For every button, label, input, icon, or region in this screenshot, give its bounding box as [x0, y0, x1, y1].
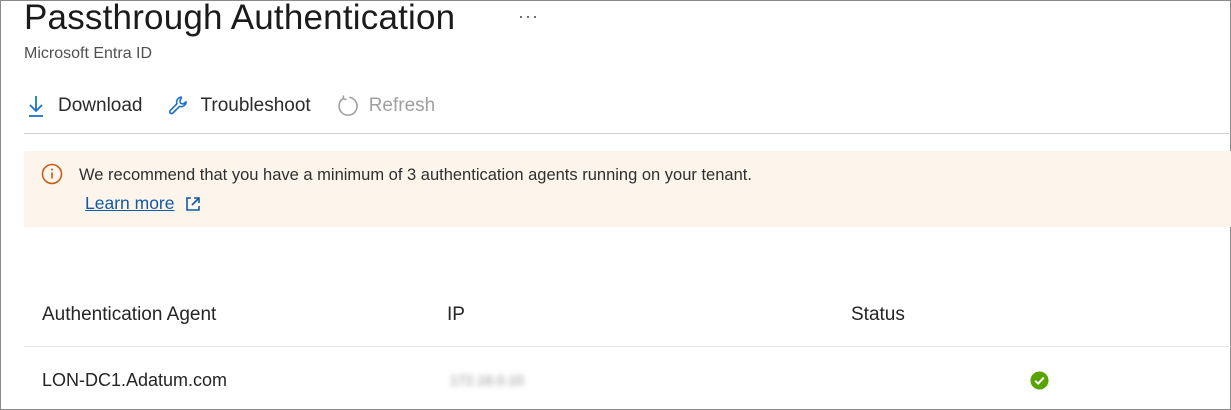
troubleshoot-label: Troubleshoot — [200, 95, 311, 116]
more-options-button[interactable]: ··· — [518, 6, 539, 27]
refresh-icon — [335, 94, 359, 118]
column-header-agent[interactable]: Authentication Agent — [42, 304, 216, 326]
recommendation-banner: We recommend that you have a minimum of … — [24, 151, 1231, 227]
wrench-icon — [167, 94, 191, 118]
learn-more-link[interactable]: Learn more — [85, 193, 202, 214]
banner-message: We recommend that you have a minimum of … — [79, 166, 752, 184]
learn-more-label: Learn more — [85, 193, 175, 213]
healthy-check-icon — [1030, 371, 1049, 390]
info-icon — [41, 163, 63, 185]
ip-address-cell: 172.16.0.10 — [450, 372, 524, 388]
column-header-status[interactable]: Status — [851, 304, 905, 326]
download-icon — [24, 94, 48, 118]
page-title: Passthrough Authentication — [24, 0, 456, 37]
column-header-ip[interactable]: IP — [447, 304, 465, 326]
refresh-button[interactable]: Refresh — [335, 94, 436, 118]
refresh-label: Refresh — [368, 95, 436, 116]
external-link-icon — [184, 195, 202, 213]
table-header: Authentication Agent IP Status — [24, 292, 1231, 347]
agents-table: Authentication Agent IP Status LON-DC1.A… — [24, 292, 1231, 390]
toolbar-divider — [24, 133, 1231, 134]
agent-name-cell: LON-DC1.Adatum.com — [42, 370, 228, 390]
command-bar: Download Troubleshoot Refresh — [24, 88, 459, 124]
troubleshoot-button[interactable]: Troubleshoot — [167, 94, 311, 118]
page-subtitle: Microsoft Entra ID — [24, 45, 153, 62]
download-button[interactable]: Download — [24, 94, 143, 118]
download-label: Download — [58, 95, 143, 116]
